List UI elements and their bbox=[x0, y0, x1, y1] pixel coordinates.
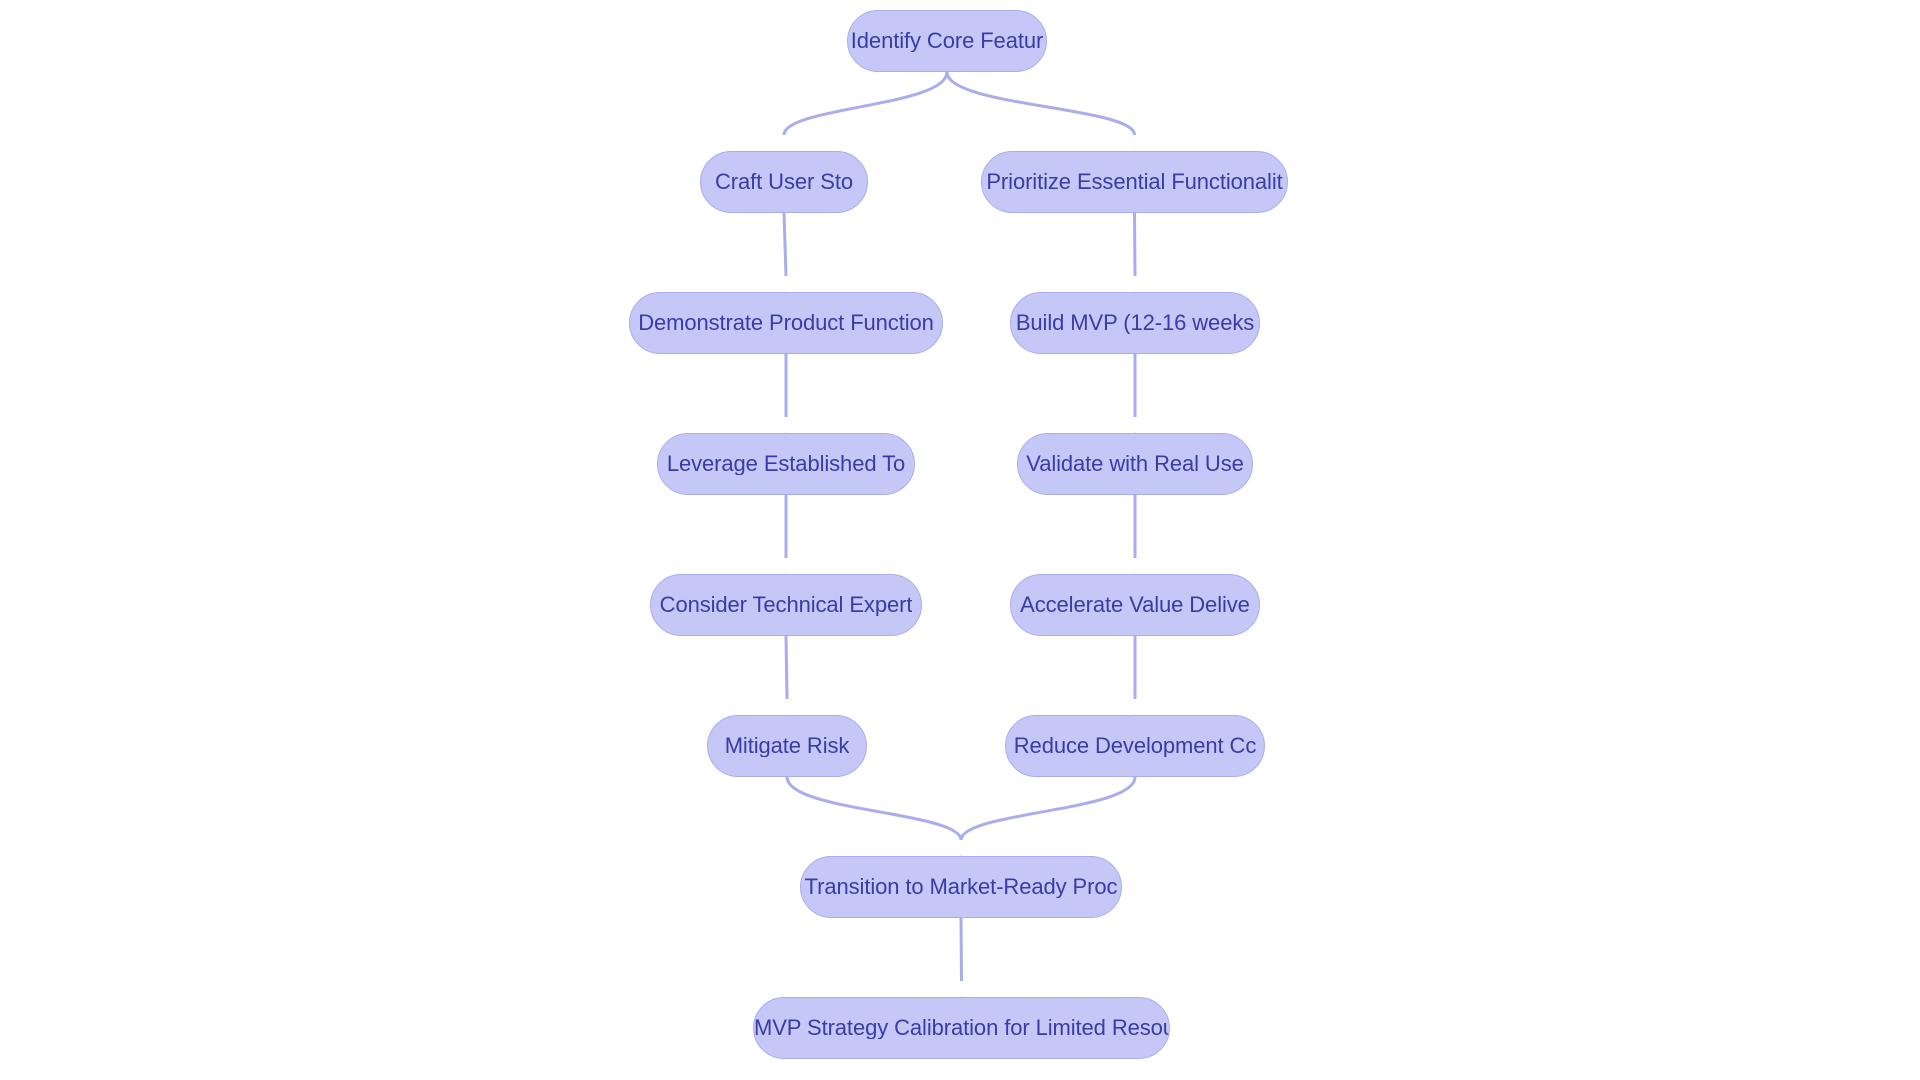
flow-node-validate-with-real-users[interactable]: Validate with Real Use bbox=[1017, 433, 1253, 495]
flowchart-edge-layer bbox=[776, 71, 1143, 1014]
flow-node-label: Mitigate Risk bbox=[724, 735, 850, 757]
flow-node-prioritize-essential-functionality[interactable]: Prioritize Essential Functionalit bbox=[981, 151, 1288, 213]
flow-node-transition-to-market-ready-product[interactable]: Transition to Market-Ready Proc bbox=[800, 856, 1122, 918]
flow-node-label: Demonstrate Product Function bbox=[638, 312, 934, 334]
flow-node-demonstrate-product-function[interactable]: Demonstrate Product Function bbox=[629, 292, 943, 354]
flow-node-mvp-strategy-calibration[interactable]: MVP Strategy Calibration for Limited Res… bbox=[753, 997, 1170, 1059]
flow-node-identify-core-features[interactable]: Identify Core Featur bbox=[847, 10, 1047, 72]
flow-node-label: Validate with Real Use bbox=[1026, 453, 1244, 475]
flow-node-label: Identify Core Featur bbox=[850, 30, 1044, 52]
flowchart-canvas: Identify Core Featur Craft User Sto Prio… bbox=[0, 0, 1920, 1080]
flow-node-label: Consider Technical Expert bbox=[659, 594, 913, 616]
flow-node-label: Build MVP (12-16 weeks bbox=[1015, 312, 1255, 334]
flow-node-leverage-established-tools[interactable]: Leverage Established To bbox=[657, 433, 915, 495]
flow-node-label: Accelerate Value Delive bbox=[1020, 594, 1250, 616]
flow-node-craft-user-stories[interactable]: Craft User Sto bbox=[700, 151, 868, 213]
flow-node-label: MVP Strategy Calibration for Limited Res… bbox=[754, 1017, 1169, 1039]
flow-node-label: Transition to Market-Ready Proc bbox=[804, 876, 1118, 898]
flow-node-label: Craft User Sto bbox=[715, 171, 853, 193]
flow-node-mitigate-risk[interactable]: Mitigate Risk bbox=[707, 715, 867, 777]
flow-node-accelerate-value-delivery[interactable]: Accelerate Value Delive bbox=[1010, 574, 1260, 636]
flow-node-label: Prioritize Essential Functionalit bbox=[986, 171, 1283, 193]
flow-node-build-mvp[interactable]: Build MVP (12-16 weeks bbox=[1010, 292, 1260, 354]
flow-node-reduce-development-costs[interactable]: Reduce Development Cc bbox=[1005, 715, 1265, 777]
flow-node-label: Leverage Established To bbox=[666, 453, 906, 475]
flow-node-consider-technical-expertise[interactable]: Consider Technical Expert bbox=[650, 574, 922, 636]
flow-node-label: Reduce Development Cc bbox=[1013, 735, 1257, 757]
